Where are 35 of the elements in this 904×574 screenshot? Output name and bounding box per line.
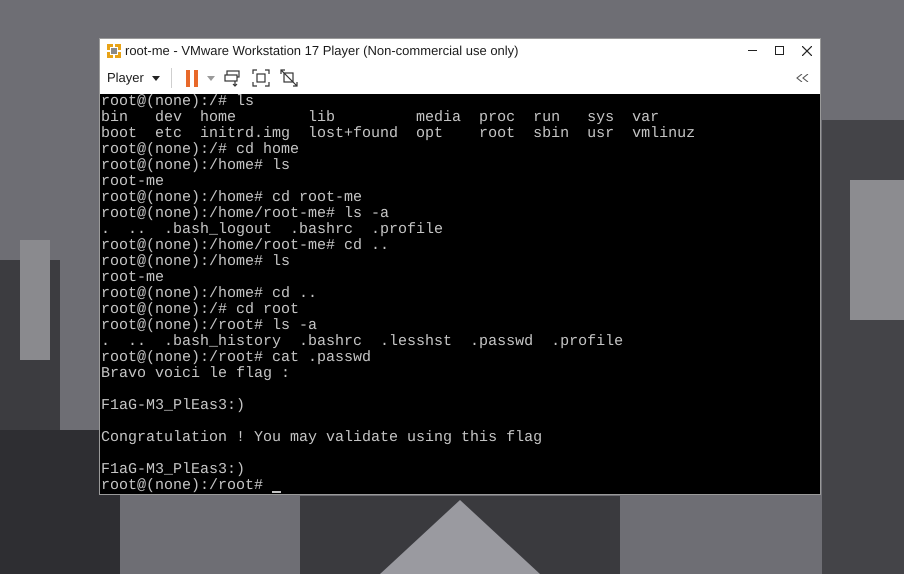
caret-icon (152, 76, 160, 80)
fullscreen-icon (252, 69, 270, 87)
terminal-line: root@(none):/home# ls (101, 253, 290, 270)
terminal-line: root@(none):/# cd root (101, 301, 300, 318)
pause-icon (186, 70, 199, 86)
terminal-line: root@(none):/root# cat .passwd (101, 349, 372, 366)
window-title: root-me - VMware Workstation 17 Player (Non-commercial use only) (125, 42, 518, 60)
terminal-prompt: root@(none):/root# (101, 478, 264, 494)
terminal-line: root-me (101, 173, 164, 190)
terminal-line: root@(none):/home# cd root-me (101, 189, 362, 206)
terminal-line: boot etc initrd.img lost+found opt root sbin usr vmlinuz (101, 125, 696, 142)
minimize-icon (748, 50, 757, 51)
terminal-line: root-me (101, 269, 164, 286)
terminal-line: root@(none):/home# ls (101, 157, 290, 174)
terminal-line: Bravo voici le flag : (101, 365, 290, 382)
terminal-line: root@(none):/root# ls -a (101, 317, 318, 334)
crossed-window-icon (280, 69, 298, 87)
double-chevron-icon (796, 74, 809, 82)
close-icon (802, 46, 812, 56)
terminal-line: . .. .bash_history .bashrc .lesshst .passwd .profile (101, 333, 624, 350)
terminal-line: root@(none):/# ls (101, 94, 254, 110)
maximize-icon (775, 46, 784, 55)
terminal-line: F1aG-M3_PlEas3:) (101, 397, 246, 414)
app-logo-icon (106, 42, 122, 58)
terminal-line: root@(none):/# cd home (101, 141, 300, 158)
monitor-arrow-icon (224, 70, 242, 86)
caret-icon (206, 76, 215, 80)
terminal-line: root@(none):/home# cd .. (101, 285, 318, 302)
terminal-line: bin dev home lib media proc run sys var (101, 109, 660, 126)
terminal-line: F1aG-M3_PlEas3:) (101, 461, 246, 478)
player-menu-button[interactable]: Player (106, 66, 161, 90)
terminal-line: . .. .bash_logout .bashrc .profile (101, 221, 444, 238)
terminal-line: root@(none):/home/root-me# ls -a (101, 205, 390, 222)
terminal-line: Congratulation ! You may validate using this flag (101, 429, 542, 446)
terminal-line: root@(none):/home/root-me# cd .. (101, 237, 390, 254)
